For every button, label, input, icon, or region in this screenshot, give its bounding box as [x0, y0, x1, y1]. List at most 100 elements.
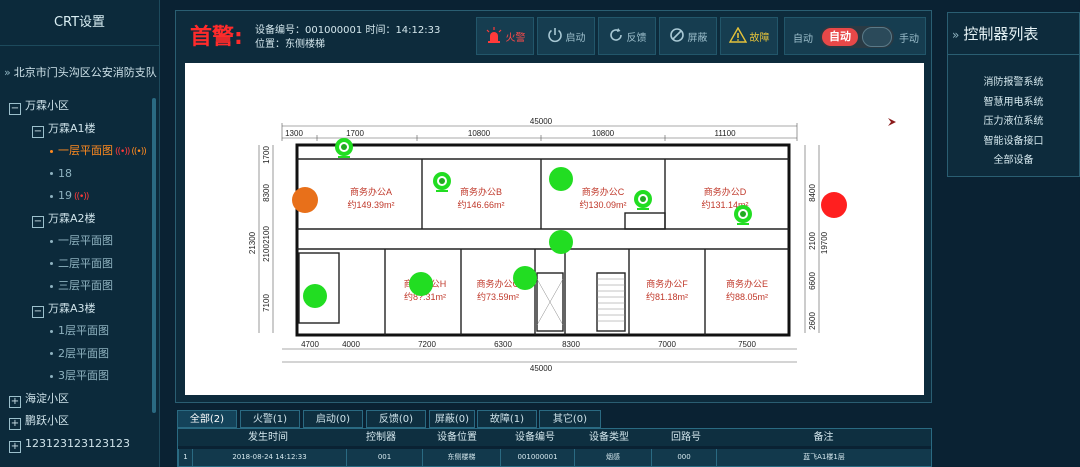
- column-header[interactable]: 发生时间: [208, 429, 328, 446]
- controller-list-item[interactable]: 消防报警系统: [948, 73, 1079, 93]
- controller-list-title: 控制器列表: [963, 25, 1039, 43]
- warning-detector-marker[interactable]: [292, 187, 318, 213]
- device-location: 位置：东侧楼梯: [255, 39, 325, 50]
- tree-leaf[interactable]: 18: [50, 164, 72, 184]
- column-header[interactable]: 备注: [716, 429, 931, 446]
- controller-list-item[interactable]: 智能设备接口: [948, 132, 1079, 152]
- tree-node-label: 123123123123123: [25, 436, 130, 450]
- event-tab[interactable]: 故障(1): [477, 410, 537, 428]
- tree-leaf[interactable]: 一层平面图 ((•)) ((•)): [50, 141, 147, 161]
- dim-top-2: 1700: [346, 129, 364, 138]
- controller-list-item[interactable]: 智慧用电系统: [948, 93, 1079, 113]
- feedback-button[interactable]: 反馈: [598, 17, 656, 55]
- auto-manual-toggle[interactable]: 自动: [820, 26, 894, 48]
- dim-bottom-7: 7500: [738, 340, 756, 349]
- tree-node-label: 3层平面图: [58, 369, 109, 382]
- room-f-area: 约81.18m²: [646, 291, 688, 302]
- controller-list-panel: » 控制器列表 消防报警系统 智慧用电系统 压力液位系统 智能设备接口 全部设备: [947, 12, 1080, 177]
- tree-scrollbar[interactable]: [152, 98, 156, 413]
- table-cell: 001000001: [500, 449, 574, 466]
- event-tab[interactable]: 启动(0): [303, 410, 363, 428]
- dim-left-2: 8300: [262, 184, 271, 202]
- tree-leaf[interactable]: 三层平面图: [50, 276, 113, 296]
- camera-icon[interactable]: [734, 205, 752, 225]
- tree-node-label: 19: [58, 189, 72, 202]
- tree-leaf[interactable]: 2层平面图: [50, 344, 109, 364]
- event-tab[interactable]: 屏蔽(0): [429, 410, 475, 428]
- block-icon: [669, 27, 685, 46]
- column-header[interactable]: 回路号: [651, 429, 721, 446]
- mode-switch-group: 自动 自动 手动: [784, 17, 926, 55]
- event-tab[interactable]: 反馈(0): [366, 410, 426, 428]
- controller-list-item[interactable]: 压力液位系统: [948, 112, 1079, 132]
- event-tab[interactable]: 全部(2): [177, 410, 237, 428]
- tree-group[interactable]: + 鹏跃小区: [9, 411, 69, 431]
- bullet-icon: [50, 352, 53, 355]
- tree-group[interactable]: + 海淀小区: [9, 389, 69, 409]
- alarm-signal-icon: ((•)): [74, 192, 89, 202]
- tree-leaf[interactable]: 19 ((•)): [50, 186, 89, 206]
- camera-icon[interactable]: [634, 190, 652, 210]
- double-chevron-right-icon: »: [952, 28, 960, 42]
- tree-leaf[interactable]: 一层平面图: [50, 231, 113, 251]
- alarm-signal-icon: ((•)): [131, 147, 146, 157]
- event-tab[interactable]: 其它(0): [539, 410, 601, 428]
- controller-list: 消防报警系统 智慧用电系统 压力液位系统 智能设备接口 全部设备: [948, 55, 1079, 171]
- dim-right-2: 2100: [808, 232, 817, 250]
- collapse-icon[interactable]: −: [32, 215, 44, 228]
- table-header-row: 发生时间 控制器 设备位置 设备编号 设备类型 回路号 备注: [178, 429, 931, 446]
- camera-icon[interactable]: [335, 138, 353, 158]
- dim-top-5: 11100: [714, 129, 736, 138]
- tree-group[interactable]: − 万霖A2楼: [32, 209, 96, 229]
- camera-icon[interactable]: [433, 172, 451, 192]
- dim-left-3: 2100: [262, 226, 271, 244]
- fault-button[interactable]: 故障: [720, 17, 778, 55]
- fire-detector-marker[interactable]: [821, 192, 847, 218]
- room-b-name: 商务办公B: [460, 186, 502, 197]
- tree-group[interactable]: − 万霖A3楼: [32, 299, 96, 319]
- controller-list-item[interactable]: 全部设备: [948, 151, 1079, 171]
- location-tree: − 万霖小区 − 万霖A1楼 一层平面图 ((•)) ((•)) 18 19 ((•)) − 万霖A2…: [0, 96, 150, 467]
- expand-icon[interactable]: +: [9, 395, 21, 408]
- room-a-name: 商务办公A: [350, 186, 392, 197]
- tree-leaf[interactable]: 3层平面图: [50, 366, 109, 386]
- tree-leaf[interactable]: 1层平面图: [50, 321, 109, 341]
- collapse-icon[interactable]: −: [32, 125, 44, 138]
- dim-right-3: 6600: [808, 272, 817, 290]
- tree-leaf[interactable]: 二层平面图: [50, 254, 113, 274]
- room-b-area: 约146.66m²: [457, 199, 504, 210]
- normal-detector-marker[interactable]: [549, 230, 573, 254]
- normal-detector-marker[interactable]: [549, 167, 573, 191]
- table-cell: 东侧楼梯: [422, 449, 500, 466]
- expand-icon[interactable]: +: [9, 440, 21, 453]
- dim-left-total: 21300: [248, 231, 257, 254]
- tree-group[interactable]: − 万霖A1楼: [32, 119, 96, 139]
- refresh-icon: [608, 27, 624, 46]
- dim-left-4: 2100: [262, 244, 271, 262]
- room-a-area: 约149.39m²: [347, 199, 394, 210]
- double-chevron-right-icon: »: [4, 66, 11, 79]
- column-header[interactable]: 设备类型: [574, 429, 644, 446]
- fire-alarm-button[interactable]: 火警: [476, 17, 534, 55]
- collapse-icon[interactable]: −: [9, 103, 21, 115]
- shield-button[interactable]: 屏蔽: [659, 17, 717, 55]
- collapse-icon[interactable]: −: [32, 305, 44, 318]
- room-f-name: 商务办公F: [646, 278, 688, 289]
- dim-bottom-3: 7200: [418, 340, 436, 349]
- dim-left-1: 1700: [262, 146, 271, 164]
- power-icon: [547, 27, 563, 46]
- tree-group[interactable]: − 万霖小区: [9, 96, 69, 116]
- column-header[interactable]: 控制器: [346, 429, 416, 446]
- org-breadcrumb[interactable]: » 北京市门头沟区公安消防支队: [0, 62, 160, 84]
- table-row[interactable]: 1 2018-08-24 14:12:33 001 东侧楼梯 001000001 烟感 00…: [178, 449, 931, 466]
- normal-detector-marker[interactable]: [409, 272, 433, 296]
- column-header[interactable]: 设备编号: [500, 429, 570, 446]
- normal-detector-marker[interactable]: [513, 266, 537, 290]
- dim-bottom-4: 6300: [494, 340, 512, 349]
- event-tab[interactable]: 火警(1): [240, 410, 300, 428]
- normal-detector-marker[interactable]: [303, 284, 327, 308]
- tree-group[interactable]: +123123123123123: [9, 434, 130, 454]
- start-button[interactable]: 启动: [537, 17, 595, 55]
- expand-icon[interactable]: +: [9, 418, 21, 430]
- column-header[interactable]: 设备位置: [422, 429, 492, 446]
